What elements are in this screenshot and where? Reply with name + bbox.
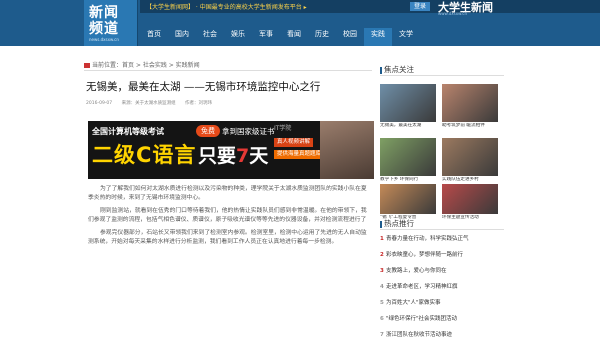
article-paragraph: 为了了解我们如何对太湖水质进行检测以及污染物的种类，理学院关于太湖水质监测团队的… xyxy=(88,186,367,201)
focus-image xyxy=(442,138,498,176)
ad-pill-questions: 提供海量真题题库 xyxy=(274,150,325,159)
focus-image xyxy=(442,184,498,214)
article-paragraph: 刚到监测站，就看到在伍秀的门口等待着我们，他的热情让实践队员们感到非常温暖。在他… xyxy=(88,208,367,223)
hot-item[interactable]: 5 为百姓大"人"家做实事 xyxy=(380,298,504,306)
nav-item-practice[interactable]: 实践 xyxy=(364,28,392,46)
focus-title-text: 焦点关注 xyxy=(384,65,414,74)
article-author: 作者：刘玥玮 xyxy=(185,101,213,106)
focus-item[interactable]: 实践队伍走进乡村 xyxy=(442,138,502,189)
hot-item[interactable]: 4 走进革命老区，学习精神红旗 xyxy=(380,282,504,290)
ad-line2: 二级C语言 xyxy=(92,143,197,167)
article-paragraph: 参观完仪器部分，石站长又带领我们来到了检测室内参观。检测室里，检测中心运用了先进… xyxy=(88,230,367,245)
hot-item-text: "绿色环保行"社会实践团活动 xyxy=(386,316,458,322)
section-mark xyxy=(380,66,382,74)
hot-item-text: 青春力量在行动，科学实践弘正气 xyxy=(386,236,469,242)
article-source: 来源：关于太湖水质监测组 xyxy=(121,101,176,106)
hot-item-text: 走进革命老区，学习精神红旗 xyxy=(386,284,458,290)
hot-item-text: 为百姓大"人"家做实事 xyxy=(386,300,441,306)
logo-line2: 频道 xyxy=(89,21,119,37)
article-body: 为了了解我们如何对太湖水质进行检测以及污染物的种类，理学院关于太湖水质监测团队的… xyxy=(88,185,372,251)
nav-item-domestic[interactable]: 国内 xyxy=(168,28,196,46)
hot-item[interactable]: 7 浙江团队在秋收节活动事迹 xyxy=(380,330,504,338)
article-title: 无锡美，最美在太湖 ——无锡市环境监控中心之行 xyxy=(86,81,321,93)
news-ticker[interactable]: 【大学生新闻网】 · 中国最专业的高校大学生新闻发布平台 ▸ xyxy=(146,2,307,11)
focus-image xyxy=(380,184,436,214)
site-header: 新闻 频道 news.dxsxw.cn 【大学生新闻网】 · 中国最专业的高校大… xyxy=(0,0,600,46)
article-column: 无锡美，最美在太湖 ——无锡市环境监控中心之行 2016-09-07 来源：关于… xyxy=(84,70,374,344)
breadcrumb: 当前位置：首页 > 社会实践 > 实践新闻 xyxy=(84,60,200,69)
hot-item-text: 彩衣映童心，梦想伴随一路前行 xyxy=(386,252,464,258)
nav-item-history[interactable]: 历史 xyxy=(308,28,336,46)
ad-line1: 全国计算机等级考试 xyxy=(92,127,164,136)
hot-item[interactable]: 3 支教路上，爱心与你同在 xyxy=(380,266,504,274)
top-bar: 【大学生新闻网】 · 中国最专业的高校大学生新闻发布平台 ▸ 登录 大学生新闻 … xyxy=(140,0,600,16)
nav-item-campus[interactable]: 校园 xyxy=(336,28,364,46)
channel-logo[interactable]: 新闻 频道 news.dxsxw.cn xyxy=(84,0,138,46)
page: 新闻 频道 news.dxsxw.cn 【大学生新闻网】 · 中国最专业的高校大… xyxy=(0,0,600,344)
nav-item-entertainment[interactable]: 娱乐 xyxy=(224,28,252,46)
hot-title-text: 热点推行 xyxy=(384,219,414,228)
focus-image xyxy=(442,84,498,122)
section-mark xyxy=(380,220,382,228)
main-nav: 首页 国内 社会 娱乐 军事 看闻 历史 校园 实践 文学 xyxy=(140,28,600,46)
nav-item-home[interactable]: 首页 xyxy=(140,28,168,46)
hot-item[interactable]: 6 "绿色环保行"社会实践团活动 xyxy=(380,314,504,322)
breadcrumb-text[interactable]: 当前位置：首页 > 社会实践 > 实践新闻 xyxy=(92,62,200,69)
hot-item-text: 浙江团队在秋收节活动事迹 xyxy=(386,332,453,338)
ad-line3: 拿到国家级证书 xyxy=(222,127,275,136)
ad-photo xyxy=(320,121,374,179)
focus-caption: 助考筑梦前 暖流相伴 xyxy=(442,123,485,128)
ad-line4: 只要7天 xyxy=(198,141,268,168)
focus-item[interactable]: 无锡美，最美在太湖 xyxy=(380,84,440,135)
ad-line4-num: 7 xyxy=(236,145,250,167)
nav-item-news[interactable]: 看闻 xyxy=(280,28,308,46)
hot-item[interactable]: 1 青春力量在行动，科学实践弘正气 xyxy=(380,234,504,242)
site-url: www.dxsxw.cn xyxy=(438,11,467,16)
hot-section: 热点推行 1 青春力量在行动，科学实践弘正气 2 彩衣映童心，梦想伴随一路前行 3支… xyxy=(380,218,504,338)
focus-image xyxy=(380,138,436,176)
login-button[interactable]: 登录 xyxy=(410,2,430,11)
focus-item[interactable]: 助考筑梦前 暖流相伴 xyxy=(442,84,502,135)
hot-section-title: 热点推行 xyxy=(380,218,504,230)
focus-image xyxy=(380,84,436,122)
article-meta: 2016-09-07 来源：关于太湖水质监测组 作者：刘玥玮 xyxy=(86,100,220,106)
sidebar: 焦点关注 无锡美，最美在太湖 助考筑梦前 暖流相伴 教学下乡 环保同行 实践队伍… xyxy=(380,64,504,338)
article-date: 2016-09-07 xyxy=(86,101,113,106)
home-icon xyxy=(84,63,90,68)
focus-item[interactable]: 教学下乡 环保同行 xyxy=(380,138,440,189)
nav-item-society[interactable]: 社会 xyxy=(196,28,224,46)
ad-line4-b: 天 xyxy=(249,145,269,167)
ad-free-badge: 免费 xyxy=(196,125,220,137)
ad-line4-a: 只要 xyxy=(198,145,237,167)
logo-url: news.dxsxw.cn xyxy=(89,37,119,42)
nav-item-military[interactable]: 军事 xyxy=(252,28,280,46)
focus-caption: 无锡美，最美在太湖 xyxy=(380,123,422,128)
hot-item-text: 支教路上，爱心与你同在 xyxy=(386,268,447,274)
focus-section-title: 焦点关注 xyxy=(380,64,504,76)
ad-logo: IT学院 xyxy=(274,125,292,132)
ad-pill-video: 真人视频讲解 xyxy=(274,138,314,147)
nav-item-literature[interactable]: 文学 xyxy=(392,28,420,46)
hot-item[interactable]: 2 彩衣映童心，梦想伴随一路前行 xyxy=(380,250,504,258)
ad-banner[interactable]: 全国计算机等级考试 二级C语言 免费 拿到国家级证书 只要7天 IT学院 真人视… xyxy=(88,121,374,179)
